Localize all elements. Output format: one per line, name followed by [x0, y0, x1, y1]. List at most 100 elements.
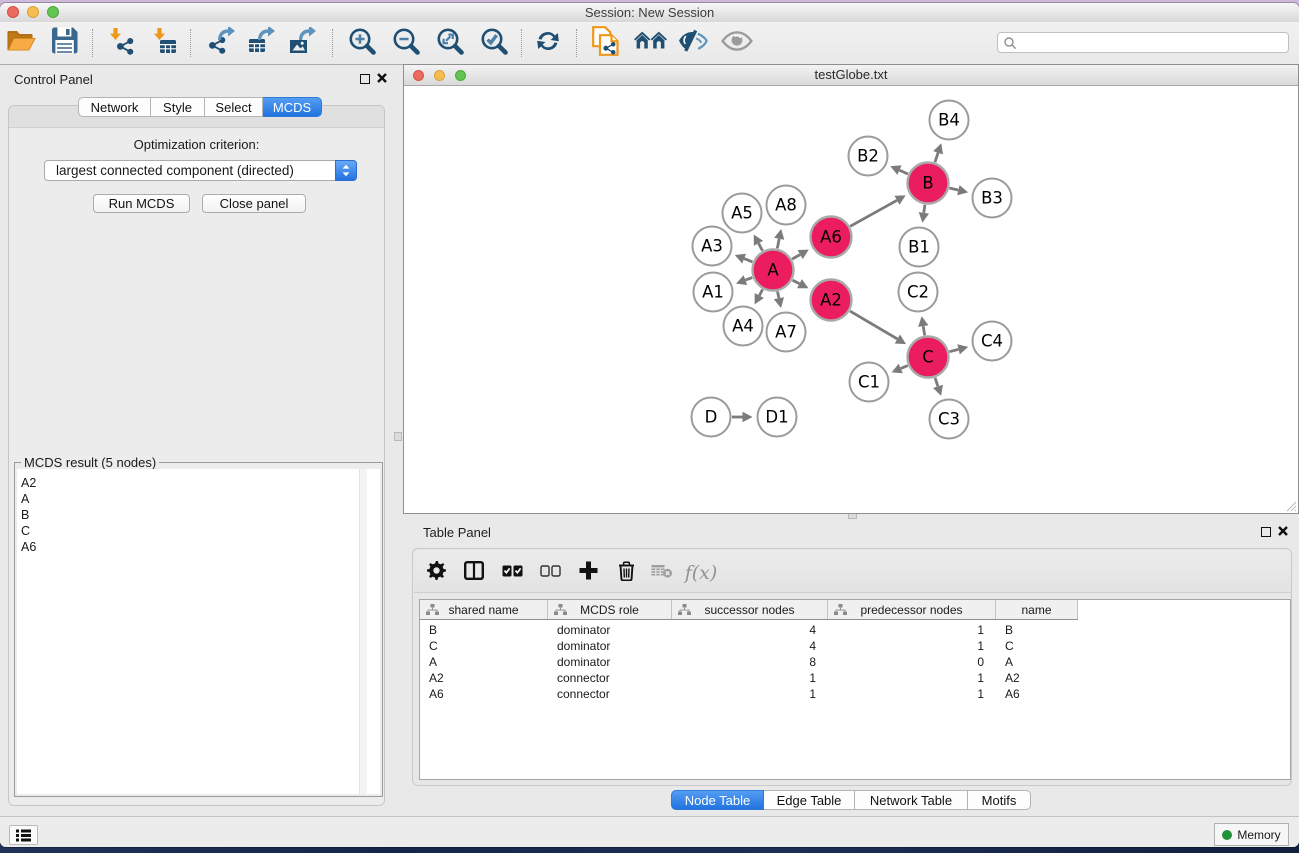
node-A2[interactable]: A2	[811, 280, 852, 321]
edge-C-C2[interactable]	[923, 326, 925, 335]
zoom-in-button[interactable]	[342, 24, 380, 62]
cell-mcds_role[interactable]: connector	[557, 670, 610, 686]
mcds-result-item[interactable]: A6	[17, 539, 380, 555]
cell-name[interactable]: C	[1005, 638, 1014, 654]
mcds-result-item[interactable]: B	[17, 507, 380, 523]
edge-A-A6[interactable]	[792, 255, 800, 260]
edge-B-B3[interactable]	[949, 188, 958, 190]
cell-shared_name[interactable]: A2	[429, 670, 444, 686]
edge-A6-B[interactable]	[850, 200, 897, 226]
export-image-button[interactable]	[284, 24, 322, 62]
table-tab-motifs[interactable]: Motifs	[968, 790, 1031, 810]
cell-shared_name[interactable]: A6	[429, 686, 444, 702]
cell-mcds_role[interactable]: dominator	[557, 654, 610, 670]
add-row-button[interactable]	[571, 557, 605, 589]
table-tab-network-table[interactable]: Network Table	[855, 790, 968, 810]
cell-predecessor[interactable]: 1	[977, 622, 984, 638]
cell-shared_name[interactable]: B	[429, 622, 437, 638]
dropdown-stepper[interactable]	[335, 160, 357, 181]
cell-predecessor[interactable]: 0	[977, 654, 984, 670]
delete-table-button[interactable]	[645, 557, 679, 589]
network-canvas[interactable]: A A1 A2 A3 A4 A5 A6 A7 A8 B B1 B2 B3	[404, 86, 1298, 514]
cell-mcds_role[interactable]: dominator	[557, 622, 610, 638]
save-session-button[interactable]	[45, 24, 83, 62]
mcds-result-list[interactable]: A2ABCA6	[17, 469, 380, 794]
node-B[interactable]: B	[908, 163, 949, 204]
edge-A-A5[interactable]	[759, 243, 763, 250]
cell-successor[interactable]: 4	[809, 622, 816, 638]
columns-button[interactable]	[457, 557, 491, 589]
node-A4[interactable]: A4	[724, 307, 763, 346]
edge-B-B4[interactable]	[935, 153, 938, 162]
mcds-result-item[interactable]: A2	[17, 475, 380, 491]
function-builder-button[interactable]: f(x)	[679, 557, 723, 589]
node-C3[interactable]: C3	[930, 400, 969, 439]
import-network-button[interactable]	[102, 24, 140, 62]
cell-successor[interactable]: 4	[809, 638, 816, 654]
mcds-result-item[interactable]: A	[17, 491, 380, 507]
run-mcds-button[interactable]: Run MCDS	[93, 194, 190, 213]
node-A8[interactable]: A8	[767, 186, 806, 225]
cell-name[interactable]: A6	[1005, 686, 1020, 702]
cell-name[interactable]: A2	[1005, 670, 1020, 686]
cell-shared_name[interactable]: A	[429, 654, 437, 670]
control-tab-select[interactable]: Select	[205, 97, 263, 117]
cell-successor[interactable]: 1	[809, 686, 816, 702]
node-A6[interactable]: A6	[811, 217, 852, 258]
column-header-3[interactable]: predecessor nodes	[828, 600, 996, 619]
select-all-button[interactable]	[495, 557, 529, 589]
node-D[interactable]: D	[692, 398, 731, 437]
cell-successor[interactable]: 1	[809, 670, 816, 686]
cell-predecessor[interactable]: 1	[977, 670, 984, 686]
control-panel-close-button[interactable]	[377, 73, 387, 83]
edge-A-A7[interactable]	[778, 292, 779, 299]
search-input[interactable]	[997, 32, 1289, 53]
edge-A2-C[interactable]	[850, 311, 897, 339]
table-panel-close-button[interactable]	[1278, 526, 1288, 536]
cell-name[interactable]: B	[1005, 622, 1013, 638]
control-tab-network[interactable]: Network	[78, 97, 151, 117]
node-B1[interactable]: B1	[900, 228, 939, 267]
refresh-button[interactable]	[529, 24, 567, 62]
control-tab-style[interactable]: Style	[151, 97, 205, 117]
zoom-out-button[interactable]	[386, 24, 424, 62]
mcds-result-item[interactable]: C	[17, 523, 380, 539]
node-B2[interactable]: B2	[849, 137, 888, 176]
edge-C-C3[interactable]	[935, 378, 938, 387]
cell-predecessor[interactable]: 1	[977, 638, 984, 654]
show-all-button[interactable]	[631, 24, 669, 62]
edge-C-C1[interactable]	[901, 366, 908, 369]
import-table-button[interactable]	[146, 24, 184, 62]
task-history-button[interactable]	[9, 825, 38, 845]
open-session-button[interactable]	[2, 24, 40, 62]
window-resize-grip[interactable]	[1284, 499, 1297, 512]
node-A7[interactable]: A7	[767, 313, 806, 352]
delete-row-button[interactable]	[609, 557, 643, 589]
hide-selected-button[interactable]	[674, 24, 712, 62]
control-tab-mcds[interactable]: MCDS	[263, 97, 322, 117]
edge-A-A1[interactable]	[745, 278, 752, 281]
node-A3[interactable]: A3	[693, 227, 732, 266]
node-C1[interactable]: C1	[850, 363, 889, 402]
cell-predecessor[interactable]: 1	[977, 686, 984, 702]
node-C4[interactable]: C4	[973, 322, 1012, 361]
vertical-split-handle[interactable]	[394, 432, 402, 441]
duplicate-network-button[interactable]	[586, 24, 624, 62]
node-A5[interactable]: A5	[723, 194, 762, 233]
cell-shared_name[interactable]: C	[429, 638, 438, 654]
node-B3[interactable]: B3	[973, 179, 1012, 218]
edge-B-B2[interactable]	[900, 170, 908, 174]
edge-A-A2[interactable]	[793, 280, 800, 284]
criterion-dropdown[interactable]: largest connected component (directed)	[44, 160, 357, 181]
edge-B-B1[interactable]	[924, 205, 925, 213]
cell-name[interactable]: A	[1005, 654, 1013, 670]
show-selected-button[interactable]	[718, 24, 756, 62]
node-D1[interactable]: D1	[758, 398, 797, 437]
gear-button[interactable]	[419, 557, 453, 589]
column-header-2[interactable]: successor nodes	[672, 600, 828, 619]
close-panel-button[interactable]: Close panel	[202, 194, 306, 213]
column-header-1[interactable]: MCDS role	[548, 600, 672, 619]
edge-A-A8[interactable]	[777, 239, 779, 249]
edge-A-A3[interactable]	[744, 259, 752, 262]
table-panel-float-button[interactable]	[1261, 527, 1271, 537]
